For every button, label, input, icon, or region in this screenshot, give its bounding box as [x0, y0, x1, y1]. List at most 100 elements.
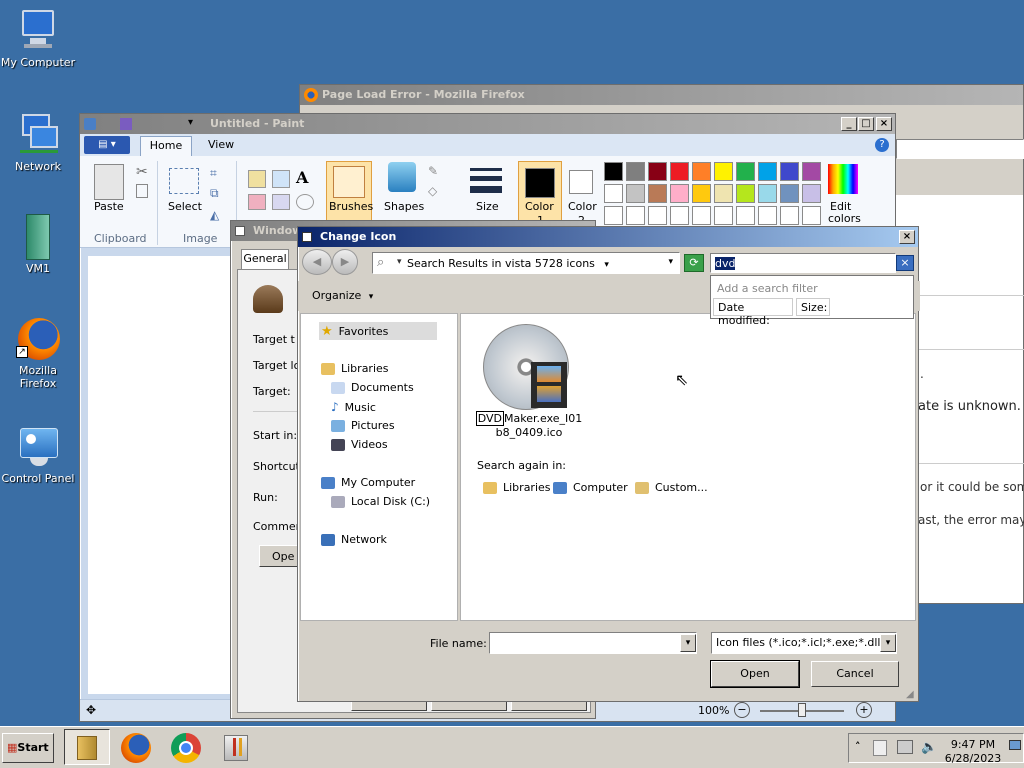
network-tray-icon[interactable]	[897, 740, 913, 754]
cancel-button[interactable]: Cancel	[811, 661, 899, 687]
search-again-computer[interactable]: Computer	[553, 481, 628, 494]
rotate-icon[interactable]: ◭	[210, 208, 219, 222]
change-icon-dialog[interactable]: Change Icon × ◀ ▶ ⌕ ▾ Search Results in …	[297, 226, 920, 702]
nav-videos[interactable]: Videos	[331, 438, 388, 451]
clock-date[interactable]: 6/28/2023	[941, 752, 1005, 765]
action-center-icon[interactable]	[873, 740, 887, 756]
eraser-icon[interactable]	[248, 194, 266, 210]
help-icon[interactable]: ?	[875, 138, 889, 152]
nav-libraries[interactable]: Libraries	[321, 362, 389, 375]
paste-button[interactable]: Paste	[94, 200, 124, 213]
chevron-icon[interactable]: ▾	[397, 257, 402, 267]
open-button[interactable]: Open	[710, 660, 800, 688]
palette-swatch[interactable]	[604, 184, 623, 203]
dialog-titlebar[interactable]: Change Icon	[298, 227, 918, 247]
minimize-button[interactable]: _	[841, 117, 857, 131]
color-picker-icon[interactable]	[272, 194, 290, 210]
palette-swatch[interactable]	[780, 206, 799, 225]
zoom-slider-thumb[interactable]	[798, 703, 806, 717]
outline-icon[interactable]: ✎	[428, 164, 444, 178]
desktop-icon-vm1[interactable]: VM1	[0, 214, 76, 275]
palette-swatch[interactable]	[604, 206, 623, 225]
start-button[interactable]: ▦Start	[2, 733, 54, 763]
zoom-out-button[interactable]: −	[734, 702, 750, 718]
refresh-icon[interactable]: ⟳	[684, 254, 704, 272]
resize-icon[interactable]: ⧉	[210, 186, 219, 201]
palette-swatch[interactable]	[626, 162, 645, 181]
desktop-icon-network[interactable]: Network	[0, 112, 76, 173]
qat-dropdown-icon[interactable]: ▾	[188, 117, 193, 128]
nav-music[interactable]: ♪ Music	[331, 400, 376, 414]
nav-documents[interactable]: Documents	[331, 381, 414, 394]
palette-swatch[interactable]	[648, 162, 667, 181]
taskbar-chrome[interactable]	[164, 729, 210, 765]
firefox-titlebar[interactable]: Page Load Error - Mozilla Firefox	[300, 85, 1023, 105]
show-hidden-icons[interactable]: ˄	[855, 740, 861, 753]
nav-local-disk[interactable]: Local Disk (C:)	[331, 495, 430, 508]
nav-pictures[interactable]: Pictures	[331, 419, 395, 432]
nav-network[interactable]: Network	[321, 533, 387, 546]
search-input[interactable]: dvd	[710, 253, 896, 273]
canvas[interactable]	[88, 256, 231, 694]
desktop-icon-my-computer[interactable]: My Computer	[0, 8, 76, 69]
tab-view[interactable]: View	[208, 138, 234, 151]
pencil-icon[interactable]	[248, 170, 266, 188]
palette-swatch[interactable]	[780, 184, 799, 203]
magnifier-icon[interactable]	[296, 194, 314, 210]
forward-button[interactable]: ▶	[332, 249, 358, 275]
filter-size[interactable]: Size:	[796, 298, 830, 316]
palette-swatch[interactable]	[714, 184, 733, 203]
resize-grip[interactable]: ◢	[906, 689, 914, 700]
palette-swatch[interactable]	[670, 206, 689, 225]
palette-swatch[interactable]	[736, 206, 755, 225]
file-name-input[interactable]	[489, 632, 697, 654]
palette-swatch[interactable]	[714, 162, 733, 181]
url-bar[interactable]	[896, 139, 1024, 159]
zoom-in-button[interactable]: +	[856, 702, 872, 718]
save-icon[interactable]	[120, 118, 132, 130]
desktop-icon-firefox[interactable]: ↗ Mozilla Firefox	[0, 316, 76, 390]
maximize-button[interactable]: □	[858, 117, 874, 131]
search-again-libraries[interactable]: Libraries	[483, 481, 551, 494]
palette-swatch[interactable]	[670, 162, 689, 181]
palette-swatch[interactable]	[758, 184, 777, 203]
shapes-button[interactable]: Shapes	[384, 200, 424, 213]
file-name-dropdown-icon[interactable]: ▾	[680, 634, 696, 652]
volume-muted-icon[interactable]: 🔈	[921, 740, 937, 755]
fill-icon[interactable]	[272, 170, 290, 188]
palette-swatch[interactable]	[758, 206, 777, 225]
taskbar-firefox[interactable]	[114, 729, 160, 765]
palette-swatch[interactable]	[670, 184, 689, 203]
close-button[interactable]: ×	[876, 117, 892, 131]
file-item[interactable]: DVD Maker.exe_I01 b8_0409.ico	[475, 322, 582, 442]
back-button[interactable]: ◀	[302, 249, 332, 275]
text-icon[interactable]: A	[296, 168, 308, 187]
color2-swatch[interactable]	[569, 170, 593, 194]
palette-swatch[interactable]	[758, 162, 777, 181]
nav-my-computer[interactable]: My Computer	[321, 476, 415, 489]
select-button[interactable]: Select	[168, 200, 202, 213]
palette-swatch[interactable]	[648, 206, 667, 225]
paint-menu-button[interactable]: ▤ ▾	[84, 136, 130, 154]
palette-swatch[interactable]	[692, 206, 711, 225]
palette-swatch[interactable]	[714, 206, 733, 225]
palette-swatch[interactable]	[736, 162, 755, 181]
palette-swatch[interactable]	[780, 162, 799, 181]
file-type-select[interactable]: Icon files (*.ico;*.icl;*.exe;*.dll)	[711, 632, 897, 654]
tab-home[interactable]: Home	[140, 136, 192, 156]
paint-titlebar[interactable]: ▾ Untitled - Paint	[80, 114, 895, 134]
desktop-icon-control-panel[interactable]: Control Panel	[0, 424, 76, 485]
organize-button[interactable]: Organize ▾	[312, 289, 373, 302]
nav-favorites[interactable]: ★ Favorites	[321, 324, 388, 339]
palette-swatch[interactable]	[802, 184, 821, 203]
search-again-custom[interactable]: Custom...	[635, 481, 708, 494]
palette-swatch[interactable]	[692, 162, 711, 181]
cut-icon[interactable]: ✂	[136, 164, 148, 180]
taskbar-explorer[interactable]	[64, 729, 110, 765]
clear-search-icon[interactable]: ×	[896, 255, 914, 271]
palette-swatch[interactable]	[802, 162, 821, 181]
file-type-dropdown-icon[interactable]: ▾	[880, 634, 896, 652]
color-palette[interactable]	[604, 162, 824, 232]
clock-time[interactable]: 9:47 PM	[941, 738, 1005, 751]
size-button[interactable]: Size	[476, 200, 499, 213]
